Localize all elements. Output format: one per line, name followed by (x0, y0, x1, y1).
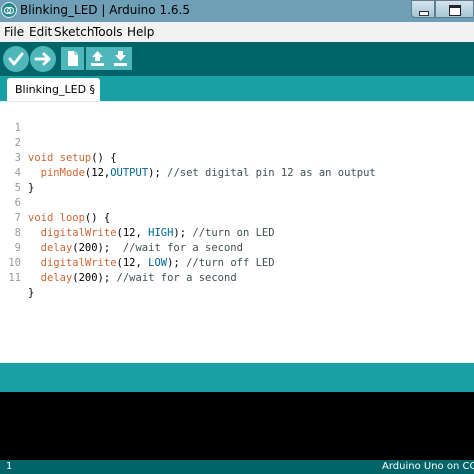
function-delay: delay (40, 272, 73, 284)
line-number: 11 (8, 272, 21, 284)
menu-file[interactable]: File (4, 25, 24, 39)
save-arrow-down-icon (114, 51, 127, 66)
code-editor[interactable]: 1 2 void setup() { 3 pinMode(12,OUTPUT);… (0, 101, 474, 363)
menu-tools[interactable]: Tools (93, 25, 123, 39)
arduino-logo-icon (1, 2, 17, 18)
code-line: 1 (0, 106, 474, 134)
code-line: 7 digitalWrite(12, HIGH); //turn on LED (0, 196, 474, 239)
new-file-icon (68, 51, 78, 66)
board-info: Arduino Uno on COM (382, 461, 474, 472)
verify-button[interactable] (3, 46, 29, 72)
menu-help[interactable]: Help (127, 25, 154, 39)
menu-sketch[interactable]: Sketch (54, 25, 94, 39)
code-line: 5 (0, 166, 474, 194)
code-line: 9 digitalWrite(12, LOW); //turn off LED (0, 226, 474, 269)
bottom-status-bar: 1 Arduino Uno on COM (0, 460, 474, 474)
code-line: 2 void setup() { (0, 121, 474, 164)
code-line: 8 delay(200); //wait for a second (0, 211, 474, 254)
maximize-button[interactable] (435, 0, 474, 18)
status-bar (0, 363, 474, 392)
tab-strip: Blinking_LED § (0, 76, 474, 101)
toolbar (0, 42, 474, 76)
code-line: 3 pinMode(12,OUTPUT); //set digital pin … (0, 136, 474, 179)
comment: //wait for a second (116, 272, 237, 284)
tab-blinking-led[interactable]: Blinking_LED § (7, 78, 100, 101)
open-button[interactable] (86, 47, 109, 70)
code-text: } (28, 287, 35, 299)
code-line: 10 delay(200); //wait for a second (0, 241, 474, 284)
window-title: Blinking_LED | Arduino 1.6.5 (20, 3, 190, 17)
checkmark-icon (8, 52, 24, 66)
code-line: 11 } (0, 256, 474, 299)
minimize-button[interactable] (411, 0, 435, 18)
new-sketch-button[interactable] (61, 47, 84, 70)
open-arrow-up-icon (91, 51, 104, 66)
code-line: 4 } (0, 151, 474, 194)
menu-edit[interactable]: Edit (29, 25, 52, 39)
title-bar: Blinking_LED | Arduino 1.6.5 (0, 0, 474, 22)
menu-bar: File Edit Sketch Tools Help (0, 22, 474, 42)
cursor-line-number: 1 (6, 461, 13, 472)
code-text: delay(200); //wait for a second (40, 272, 237, 284)
code-line: 6 void loop() { (0, 181, 474, 224)
upload-button[interactable] (30, 46, 56, 72)
console-output[interactable] (0, 392, 474, 460)
arrow-right-icon (34, 52, 51, 66)
tab-label: Blinking_LED § (15, 83, 96, 96)
save-button[interactable] (109, 47, 132, 70)
